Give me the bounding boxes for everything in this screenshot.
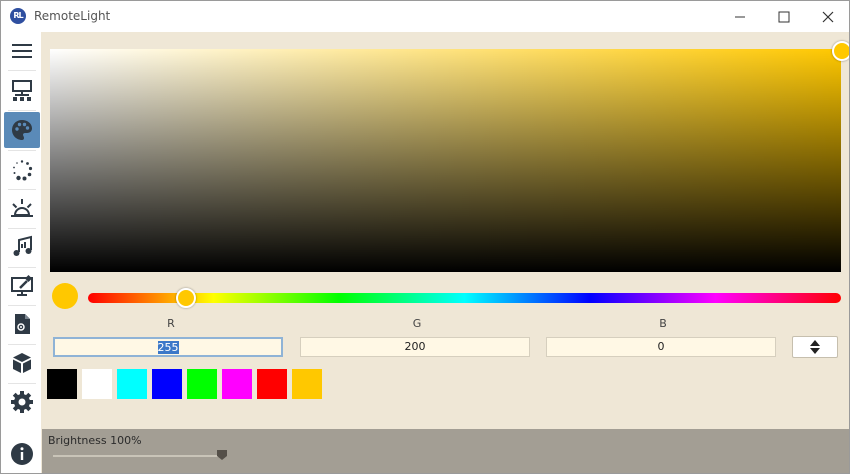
window-title: RemoteLight: [34, 9, 111, 23]
devices-icon: [12, 80, 32, 101]
color-mode-toggle-button[interactable]: [792, 336, 838, 358]
sidebar: [1, 32, 41, 473]
sidebar-item-settings[interactable]: [4, 384, 40, 420]
sidebar-item-scripts[interactable]: [4, 306, 40, 342]
app-logo: RL: [10, 8, 26, 24]
sidebar-item-colors[interactable]: [4, 112, 40, 148]
hue-slider[interactable]: [88, 293, 841, 303]
swatch-red[interactable]: [257, 369, 287, 399]
color-preview: [52, 283, 78, 309]
hue-slider-handle[interactable]: [176, 288, 196, 308]
screen-color-icon: [11, 274, 33, 296]
scenes-icon: [11, 199, 33, 217]
sidebar-item-music-sync[interactable]: [4, 229, 40, 265]
green-value: 200: [404, 340, 426, 353]
swatch-magenta[interactable]: [222, 369, 252, 399]
green-label: G: [412, 317, 422, 330]
minimize-button[interactable]: [718, 1, 762, 32]
swatch-cyan[interactable]: [117, 369, 147, 399]
brightness-slider-thumb[interactable]: [216, 449, 228, 461]
title-bar: RL RemoteLight: [1, 1, 849, 32]
brightness-label: Brightness 100%: [48, 434, 142, 447]
red-label: R: [167, 317, 175, 330]
sidebar-item-about[interactable]: [4, 436, 40, 472]
animation-icon: [13, 160, 33, 181]
swatch-green[interactable]: [187, 369, 217, 399]
sidebar-item-screen-color[interactable]: [4, 268, 40, 304]
green-input[interactable]: 200: [300, 337, 530, 357]
maximize-icon: [778, 11, 790, 23]
blue-label: B: [659, 317, 667, 330]
maximize-button[interactable]: [762, 1, 806, 32]
plugins-icon: [13, 353, 31, 373]
brightness-slider-track[interactable]: [53, 455, 223, 457]
sidebar-item-plugins[interactable]: [4, 345, 40, 381]
swatch-white[interactable]: [82, 369, 112, 399]
swatch-blue[interactable]: [152, 369, 182, 399]
app-window: RL RemoteLight R G B 255 200 0 Brightnes…: [0, 0, 850, 474]
saturation-handle[interactable]: [832, 41, 849, 61]
scripts-icon: [15, 314, 30, 334]
sidebar-item-animations[interactable]: [4, 152, 40, 188]
up-down-arrows-icon: [810, 340, 820, 354]
sidebar-item-devices[interactable]: [4, 73, 40, 109]
red-value: 255: [157, 341, 179, 354]
sidebar-item-scenes[interactable]: [4, 190, 40, 226]
swatch-black[interactable]: [47, 369, 77, 399]
red-input[interactable]: 255: [53, 337, 283, 357]
brightness-bar: Brightness 100%: [42, 429, 849, 473]
about-icon: [11, 443, 33, 465]
palette-icon: [12, 120, 32, 140]
minimize-icon: [735, 16, 745, 18]
blue-value: 0: [657, 340, 665, 353]
saturation-brightness-area[interactable]: [50, 49, 841, 272]
sidebar-item-menu[interactable]: [4, 33, 40, 69]
close-button[interactable]: [806, 1, 849, 32]
swatch-amber[interactable]: [292, 369, 322, 399]
menu-icon: [12, 44, 32, 58]
music-sync-icon: [13, 235, 32, 256]
settings-icon: [11, 391, 33, 413]
close-icon: [822, 11, 834, 23]
blue-input[interactable]: 0: [546, 337, 776, 357]
